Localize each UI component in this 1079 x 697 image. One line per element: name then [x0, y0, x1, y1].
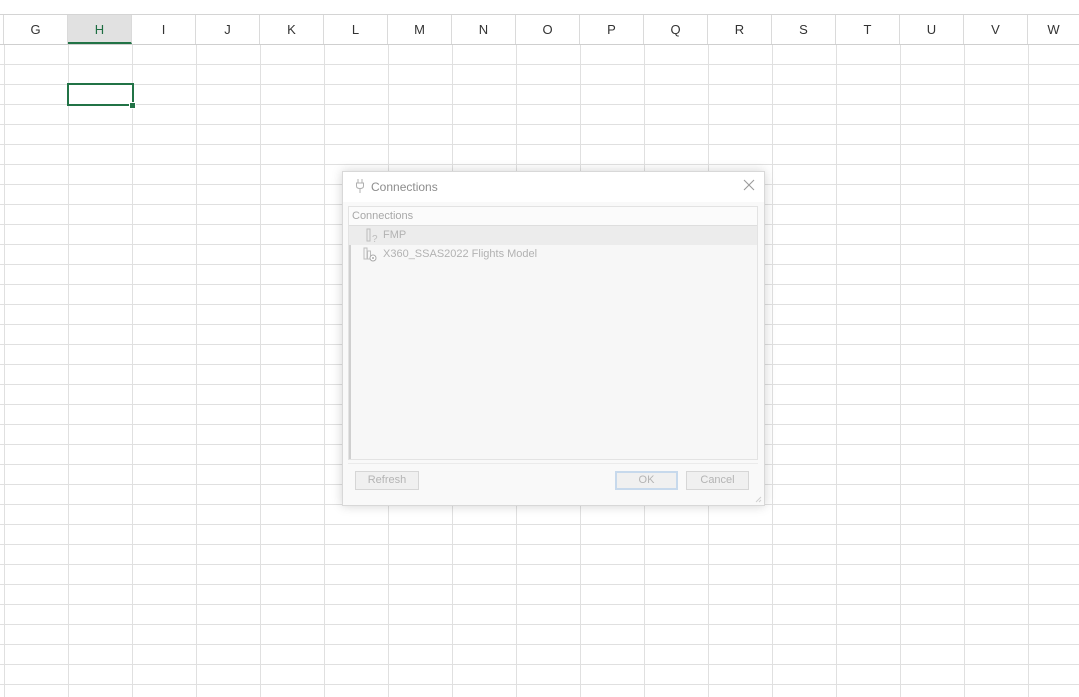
ok-button[interactable]: OK	[615, 471, 678, 490]
data-model-connection-icon	[363, 247, 377, 262]
gridline	[4, 45, 5, 697]
cancel-button[interactable]: Cancel	[686, 471, 749, 490]
gridline	[836, 45, 837, 697]
column-header-W[interactable]: W	[1028, 15, 1079, 44]
column-header-L[interactable]: L	[324, 15, 388, 44]
column-header-R[interactable]: R	[708, 15, 772, 44]
list-header: Connections	[349, 207, 757, 226]
column-header-J[interactable]: J	[196, 15, 260, 44]
connections-tree[interactable]: Connections ? FMP X360_SSAS2022 Flights …	[348, 206, 758, 460]
column-header-row: G H I J K L M N O P Q R S T U V W	[0, 15, 1079, 45]
column-header-M[interactable]: M	[388, 15, 452, 44]
gridline	[964, 45, 965, 697]
gridline	[132, 45, 133, 697]
dialog-title: Connections	[371, 180, 438, 194]
gridline	[900, 45, 901, 697]
list-item-label: X360_SSAS2022 Flights Model	[383, 248, 538, 260]
fill-handle[interactable]	[129, 102, 136, 109]
ribbon-bottom-edge	[0, 0, 1079, 15]
column-header-T[interactable]: T	[836, 15, 900, 44]
gridline	[772, 45, 773, 697]
list-item-label: FMP	[383, 229, 407, 241]
connection-unknown-icon: ?	[366, 228, 378, 243]
dialog-title-bar[interactable]: Connections	[343, 172, 764, 202]
column-header-G[interactable]: G	[4, 15, 68, 44]
column-header-H[interactable]: H	[68, 15, 132, 44]
resize-grip-icon[interactable]	[754, 495, 762, 503]
column-header-S[interactable]: S	[772, 15, 836, 44]
close-icon[interactable]	[742, 178, 756, 192]
column-header-N[interactable]: N	[452, 15, 516, 44]
column-header-U[interactable]: U	[900, 15, 964, 44]
gridline	[196, 45, 197, 697]
column-header-V[interactable]: V	[964, 15, 1028, 44]
plug-icon	[356, 179, 364, 193]
connections-dialog: Connections Connections ? FMP X360_SSAS2…	[342, 171, 765, 506]
gridline	[324, 45, 325, 697]
list-item-fmp[interactable]: ? FMP	[349, 226, 757, 245]
gridline	[260, 45, 261, 697]
gridline	[1028, 45, 1029, 697]
active-cell-H3[interactable]	[67, 83, 134, 106]
footer-divider	[348, 463, 758, 464]
column-header-O[interactable]: O	[516, 15, 580, 44]
svg-text:?: ?	[372, 234, 378, 243]
column-header-K[interactable]: K	[260, 15, 324, 44]
column-header-P[interactable]: P	[580, 15, 644, 44]
refresh-button[interactable]: Refresh	[355, 471, 419, 490]
column-header-I[interactable]: I	[132, 15, 196, 44]
list-item-flights-model[interactable]: X360_SSAS2022 Flights Model	[349, 245, 757, 264]
gridline	[68, 45, 69, 697]
column-header-Q[interactable]: Q	[644, 15, 708, 44]
